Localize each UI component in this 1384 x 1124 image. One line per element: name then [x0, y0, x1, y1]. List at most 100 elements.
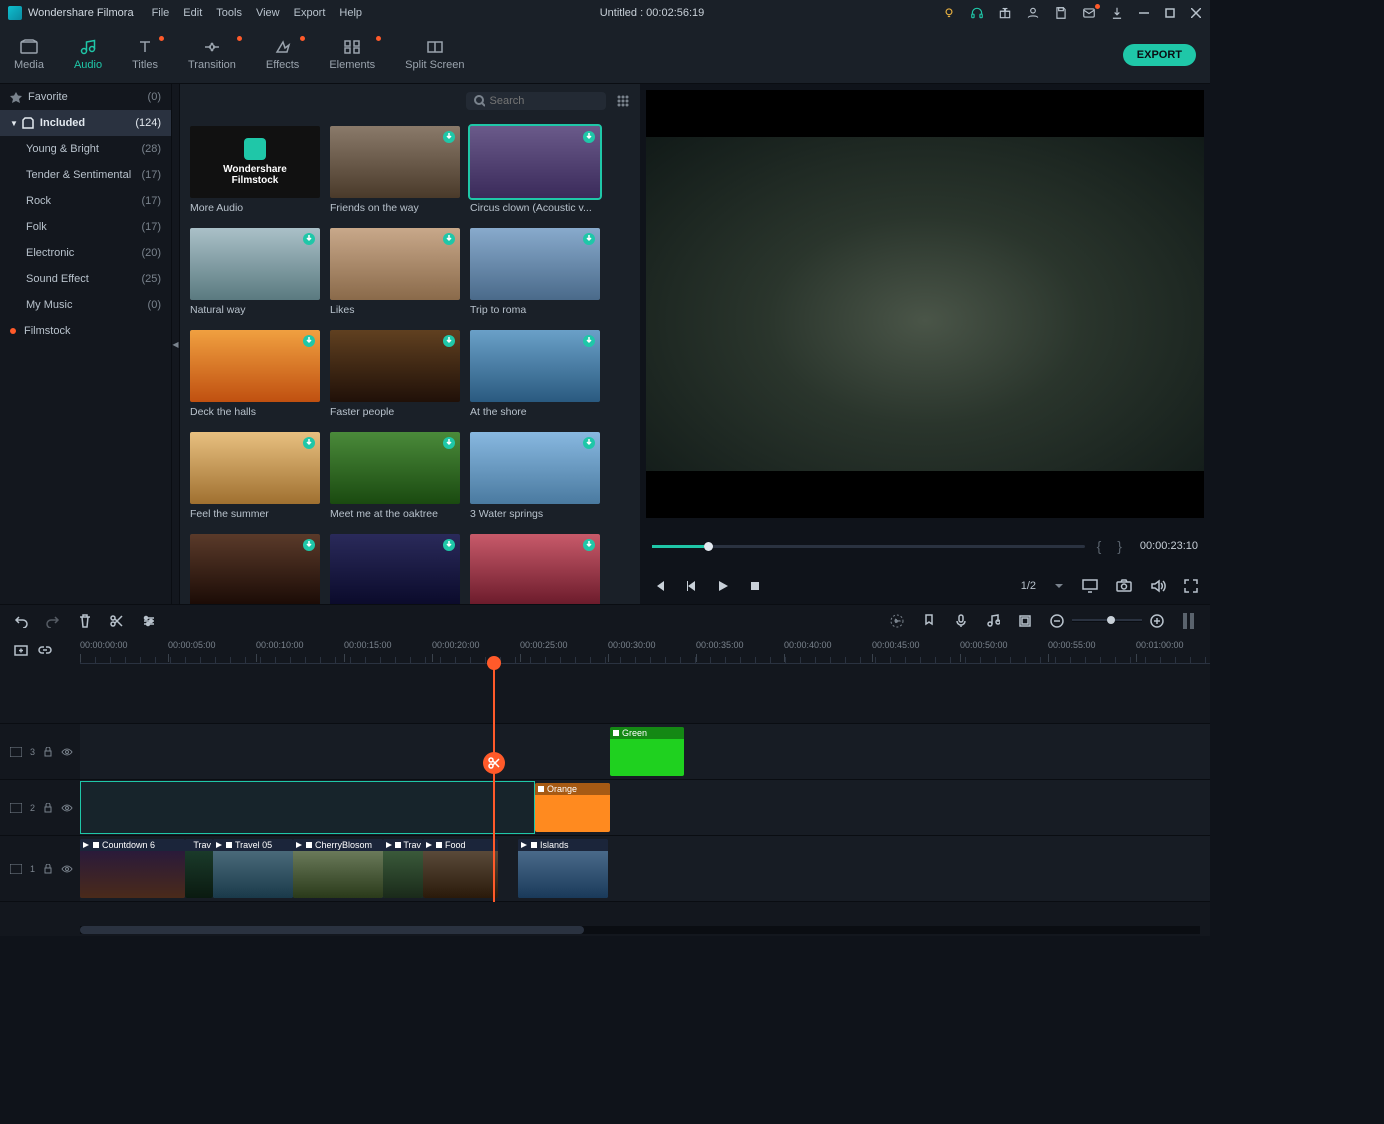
- sidebar-item-filmstock[interactable]: Filmstock: [0, 318, 171, 344]
- audio-card-12[interactable]: Be fun: [190, 534, 320, 604]
- prev-frame-button[interactable]: [652, 579, 666, 593]
- video-clip-2[interactable]: Travel 05: [213, 839, 293, 898]
- lock-icon[interactable]: [43, 803, 53, 813]
- delete-button[interactable]: [78, 614, 92, 628]
- menu-help[interactable]: Help: [339, 7, 362, 19]
- add-track-button[interactable]: [14, 643, 28, 657]
- redo-button[interactable]: [46, 614, 60, 628]
- tab-elements[interactable]: Elements: [329, 38, 375, 71]
- menu-tools[interactable]: Tools: [216, 7, 242, 19]
- audio-card-13[interactable]: Use in wondering: [330, 534, 460, 604]
- visibility-icon[interactable]: [61, 803, 73, 813]
- sidebar-sub-6[interactable]: My Music(0): [0, 292, 171, 318]
- menu-edit[interactable]: Edit: [183, 7, 202, 19]
- sidebar-sub-5[interactable]: Sound Effect(25): [0, 266, 171, 292]
- sidebar-sub-1[interactable]: Tender & Sentimental(17): [0, 162, 171, 188]
- selection-range[interactable]: [80, 781, 535, 834]
- sidebar-sub-3[interactable]: Folk(17): [0, 214, 171, 240]
- gift-icon[interactable]: [998, 6, 1012, 20]
- video-clip-5[interactable]: Food: [423, 839, 498, 898]
- video-clip-1[interactable]: Trav: [185, 839, 213, 898]
- adjust-button[interactable]: [142, 614, 156, 628]
- sidebar-sub-2[interactable]: Rock(17): [0, 188, 171, 214]
- time-ruler[interactable]: 00:00:00:0000:00:05:0000:00:10:0000:00:1…: [80, 636, 1210, 664]
- export-button[interactable]: EXPORT: [1123, 44, 1196, 66]
- search-field[interactable]: [490, 95, 599, 107]
- undo-button[interactable]: [14, 614, 28, 628]
- zoom-in-button[interactable]: [1150, 614, 1164, 628]
- audio-card-6[interactable]: Deck the halls: [190, 330, 320, 418]
- audio-card-11[interactable]: 3 Water springs: [470, 432, 600, 520]
- account-icon[interactable]: [1026, 6, 1040, 20]
- snapshot-icon[interactable]: [1116, 579, 1132, 593]
- tab-effects[interactable]: Effects: [266, 38, 299, 71]
- audio-mixer-icon[interactable]: [986, 614, 1000, 628]
- record-voiceover-icon[interactable]: [954, 614, 968, 628]
- headphones-icon[interactable]: [970, 6, 984, 20]
- save-icon[interactable]: [1054, 6, 1068, 20]
- marker-braces-icon[interactable]: { }: [1097, 538, 1128, 554]
- close-button[interactable]: [1190, 7, 1202, 19]
- audio-card-5[interactable]: Trip to roma: [470, 228, 600, 316]
- video-track-2[interactable]: 2 Orange: [0, 780, 1210, 836]
- link-toggle-button[interactable]: [38, 643, 52, 657]
- search-input[interactable]: [466, 92, 606, 110]
- preview-zoom-ratio[interactable]: 1/2: [1021, 580, 1036, 592]
- clip-green[interactable]: Green: [610, 727, 684, 776]
- message-icon[interactable]: [1082, 6, 1096, 20]
- audio-card-14[interactable]: Almost perfect: [470, 534, 600, 604]
- visibility-icon[interactable]: [61, 747, 73, 757]
- audio-card-3[interactable]: Natural way: [190, 228, 320, 316]
- tab-media[interactable]: Media: [14, 38, 44, 71]
- visibility-icon[interactable]: [61, 864, 73, 874]
- sidebar-sub-0[interactable]: Young & Bright(28): [0, 136, 171, 162]
- video-clip-0[interactable]: Countdown 6: [80, 839, 185, 898]
- lock-icon[interactable]: [43, 864, 53, 874]
- audio-card-8[interactable]: At the shore: [470, 330, 600, 418]
- maximize-button[interactable]: [1164, 7, 1176, 19]
- audio-card-1[interactable]: Friends on the way: [330, 126, 460, 214]
- timeline-settings-icon[interactable]: [1182, 611, 1196, 631]
- crop-icon[interactable]: [1018, 614, 1032, 628]
- preview-progress-slider[interactable]: [652, 545, 1085, 548]
- sidebar-item-included[interactable]: ▼ Included(124): [0, 110, 171, 136]
- audio-card-0[interactable]: WondershareFilmstockMore Audio: [190, 126, 320, 214]
- dropdown-icon[interactable]: [1054, 581, 1064, 591]
- tab-titles[interactable]: Titles: [132, 38, 158, 71]
- video-clip-6[interactable]: Islands: [518, 839, 608, 898]
- clip-orange[interactable]: Orange: [535, 783, 610, 832]
- volume-icon[interactable]: [1150, 579, 1166, 593]
- lightbulb-icon[interactable]: [942, 6, 956, 20]
- display-icon[interactable]: [1082, 579, 1098, 593]
- video-clip-3[interactable]: CherryBlosom: [293, 839, 383, 898]
- audio-card-9[interactable]: Feel the summer: [190, 432, 320, 520]
- audio-card-2[interactable]: Circus clown (Acoustic v...: [470, 126, 600, 214]
- stop-button[interactable]: [748, 579, 762, 593]
- tab-transition[interactable]: Transition: [188, 38, 236, 71]
- timeline-scrollbar[interactable]: [80, 926, 1200, 934]
- fullscreen-icon[interactable]: [1184, 579, 1198, 593]
- playhead[interactable]: [493, 664, 495, 902]
- split-button[interactable]: [110, 614, 124, 628]
- minimize-button[interactable]: [1138, 7, 1150, 19]
- sidebar-sub-4[interactable]: Electronic(20): [0, 240, 171, 266]
- audio-card-7[interactable]: Faster people: [330, 330, 460, 418]
- video-clip-4[interactable]: Trav: [383, 839, 423, 898]
- menu-view[interactable]: View: [256, 7, 280, 19]
- zoom-slider[interactable]: [1072, 619, 1142, 622]
- audio-card-10[interactable]: Meet me at the oaktree: [330, 432, 460, 520]
- marker-icon[interactable]: [922, 614, 936, 628]
- download-icon[interactable]: [1110, 6, 1124, 20]
- step-back-button[interactable]: [684, 579, 698, 593]
- audio-card-4[interactable]: Likes: [330, 228, 460, 316]
- sidebar-collapse-button[interactable]: ◀: [172, 84, 180, 604]
- tab-splitscreen[interactable]: Split Screen: [405, 38, 464, 71]
- menu-export[interactable]: Export: [294, 7, 326, 19]
- split-handle-icon[interactable]: [483, 752, 505, 774]
- sidebar-item-favorite[interactable]: Favorite(0): [0, 84, 171, 110]
- play-button[interactable]: [716, 579, 730, 593]
- zoom-out-button[interactable]: [1050, 614, 1064, 628]
- tab-audio[interactable]: Audio: [74, 38, 102, 71]
- video-track-1[interactable]: 1 Countdown 6TravTravel 05CherryBlosomTr…: [0, 836, 1210, 902]
- render-icon[interactable]: [890, 614, 904, 628]
